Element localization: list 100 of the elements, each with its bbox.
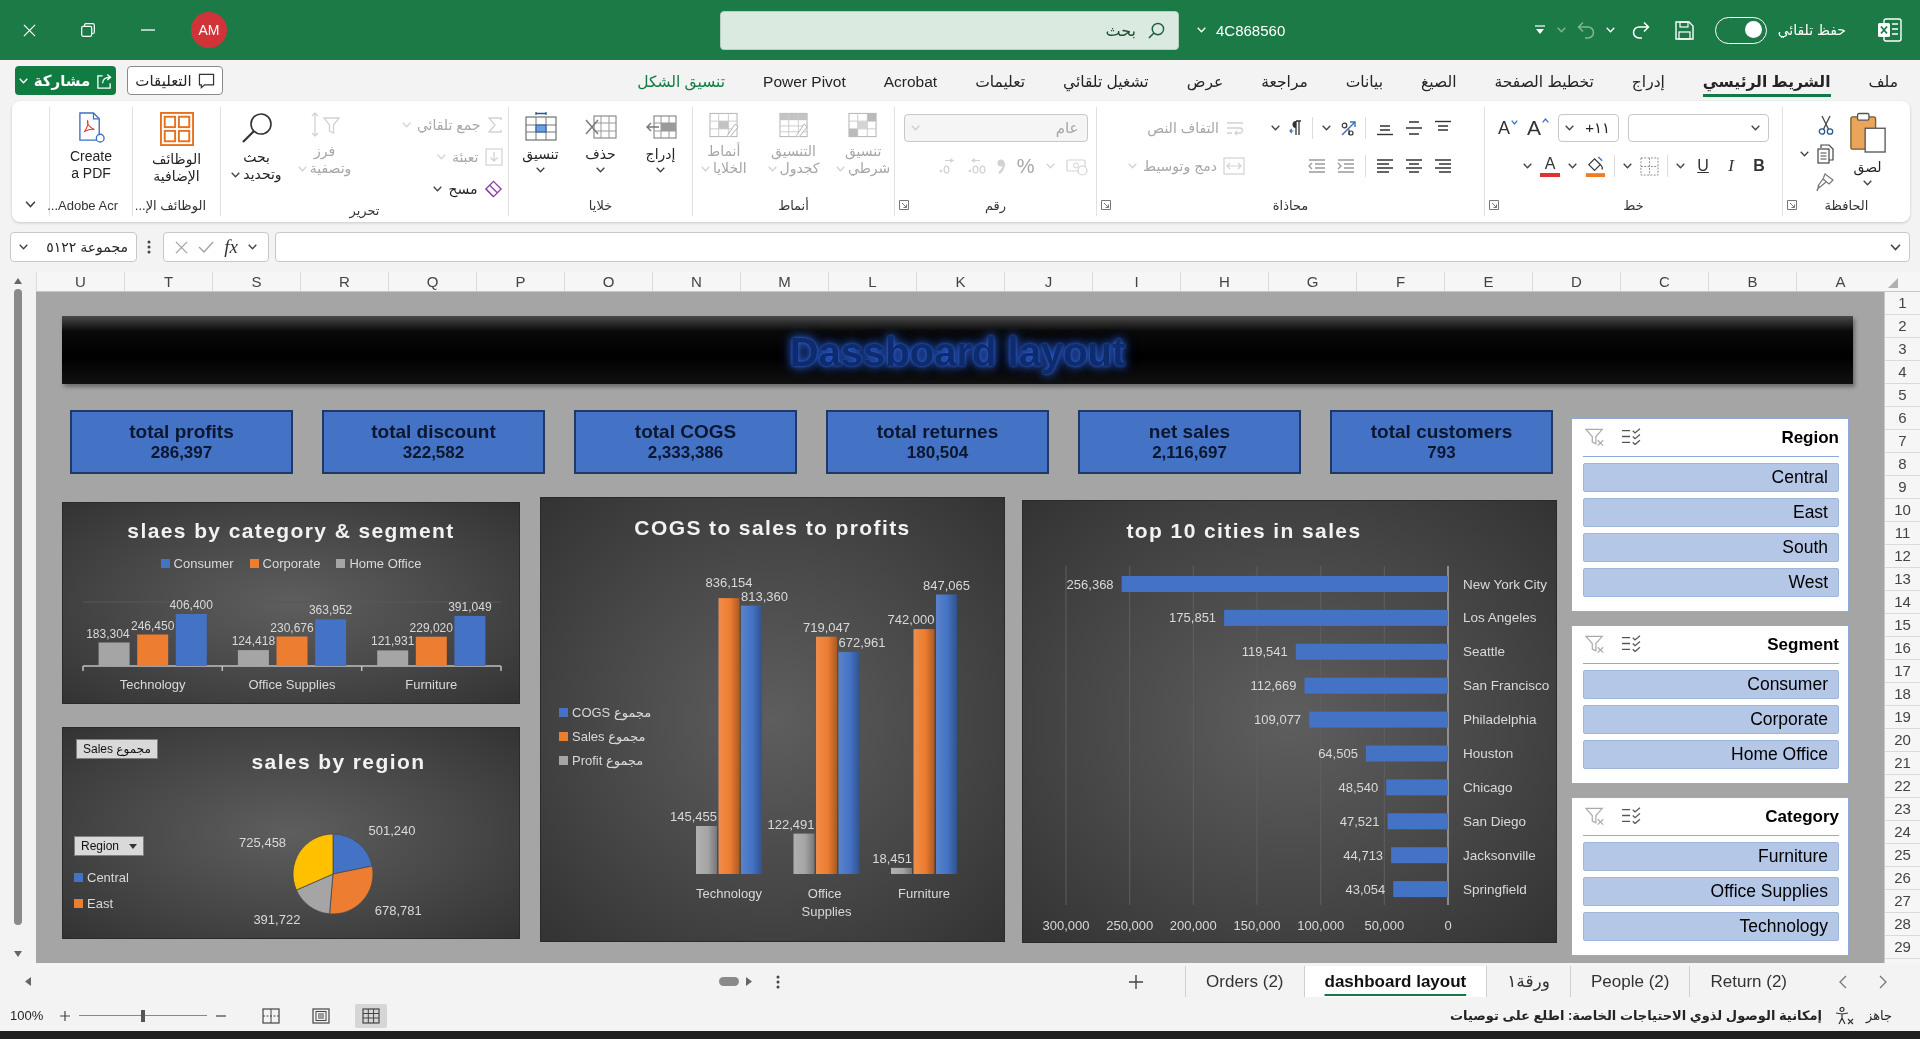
row-header[interactable]: 16 (1885, 637, 1920, 660)
caret-icon[interactable] (231, 172, 241, 179)
caret-icon[interactable] (25, 201, 36, 208)
brush-icon[interactable] (1815, 173, 1834, 192)
align-middle-icon[interactable] (1403, 120, 1424, 136)
caret-icon[interactable] (1270, 125, 1280, 131)
ribbon-tab[interactable]: ملف (1868, 69, 1898, 97)
ribbon-tab[interactable]: Acrobat (883, 69, 938, 97)
save-icon[interactable] (1674, 20, 1694, 40)
column-header[interactable]: F (1356, 272, 1444, 291)
clear-button[interactable]: مسح (362, 175, 503, 203)
row-header[interactable]: 13 (1885, 568, 1920, 591)
row-header[interactable]: 1 (1885, 292, 1920, 315)
scrollbar-thumb[interactable] (14, 289, 22, 925)
field-button[interactable]: مجموع Sales (76, 739, 158, 759)
row-header[interactable]: 8 (1885, 453, 1920, 476)
slicer-item[interactable]: Consumer (1583, 670, 1839, 699)
caret-icon[interactable] (1676, 163, 1685, 169)
plus-icon[interactable] (60, 1010, 71, 1021)
column-header[interactable]: Q (388, 272, 476, 291)
dialog-launcher-icon[interactable] (1489, 200, 1499, 210)
paint-bucket-icon[interactable] (1585, 155, 1606, 177)
caret-icon[interactable] (247, 244, 257, 250)
file-name-button[interactable]: 4C868560 (1197, 21, 1286, 39)
sheet-tab[interactable]: Return (2) (1689, 966, 1807, 997)
ribbon-tab[interactable]: إدراج (1631, 69, 1665, 97)
sheet-tab[interactable]: dashboard layout (1303, 966, 1487, 997)
column-header[interactable]: M (740, 272, 828, 291)
sheet-tab[interactable]: Orders (2) (1185, 966, 1304, 997)
font-size-field[interactable]: ١١+ (1558, 114, 1619, 142)
row-header[interactable]: 17 (1885, 660, 1920, 683)
caret-icon[interactable] (536, 167, 545, 173)
slicer-item[interactable]: South (1583, 533, 1839, 562)
scrollbar-thumb[interactable] (719, 977, 739, 986)
delete-cells-button[interactable]: حذف (574, 109, 627, 173)
align-left-icon[interactable] (1374, 158, 1395, 174)
dialog-launcher-icon[interactable] (1101, 200, 1111, 210)
column-header[interactable]: D (1532, 272, 1620, 291)
scroll-right-icon[interactable] (746, 977, 752, 986)
slicer-item[interactable]: West (1583, 568, 1839, 597)
slider-thumb[interactable] (141, 1009, 146, 1022)
row-header[interactable]: 4 (1885, 361, 1920, 384)
multi-select-icon[interactable] (1621, 428, 1641, 445)
slicer-item[interactable]: Office Supplies (1583, 877, 1839, 906)
ribbon-tab[interactable]: تشغيل تلقائي (1063, 69, 1149, 97)
row-header[interactable]: 11 (1885, 522, 1920, 545)
slicer-item[interactable]: Corporate (1583, 705, 1839, 734)
find-select-button[interactable]: بحث وتحديد (226, 109, 287, 183)
slicer-item[interactable]: East (1583, 498, 1839, 527)
bold-button[interactable]: B (1749, 155, 1769, 177)
caret-icon[interactable] (1890, 243, 1901, 251)
accessibility-status[interactable]: إمكانية الوصول لذوي الاحتياجات الخاصة: اطلع على توصيات (1450, 1008, 1822, 1023)
grow-font-button[interactable]: A (1527, 116, 1549, 140)
accessibility-icon[interactable] (1833, 1006, 1854, 1025)
column-header[interactable]: N (652, 272, 740, 291)
row-header[interactable]: 14 (1885, 591, 1920, 614)
align-center-icon[interactable] (1403, 158, 1424, 174)
row-header[interactable]: 22 (1885, 775, 1920, 798)
vertical-dots-icon[interactable] (147, 240, 151, 254)
add-ins-button[interactable]: الوظائف الإضافية (140, 109, 213, 185)
scroll-left-icon[interactable] (25, 977, 31, 986)
copy-icon[interactable] (1816, 144, 1834, 164)
row-header[interactable]: 28 (1885, 913, 1920, 936)
ribbon-tab[interactable]: تعليمات (975, 69, 1026, 97)
caret-icon[interactable] (1565, 125, 1574, 131)
caret-icon[interactable] (656, 167, 665, 173)
caret-icon[interactable] (1799, 151, 1809, 157)
underline-button[interactable]: U (1693, 155, 1713, 177)
column-header[interactable]: P (476, 272, 564, 291)
view-button[interactable] (355, 1003, 388, 1028)
caret-icon[interactable] (596, 167, 605, 173)
shrink-font-button[interactable]: A (1498, 117, 1518, 139)
row-header[interactable]: 2 (1885, 315, 1920, 338)
chevron-right-icon[interactable] (1879, 974, 1887, 989)
row-header[interactable]: 19 (1885, 706, 1920, 729)
row-header[interactable]: 15 (1885, 614, 1920, 637)
column-header[interactable]: U (36, 272, 124, 291)
share-button[interactable]: مشاركة (15, 66, 116, 95)
caret-icon[interactable] (433, 186, 443, 192)
ribbon-tab[interactable]: Power Pivot (763, 69, 846, 97)
ribbon-tab[interactable]: الصيغ (1421, 69, 1457, 97)
check-icon[interactable] (198, 241, 215, 253)
multi-select-icon[interactable] (1621, 807, 1641, 824)
ribbon-tab[interactable]: بيانات (1345, 69, 1384, 97)
slicer-item[interactable]: Central (1583, 463, 1839, 492)
row-header[interactable]: 26 (1885, 867, 1920, 890)
redo-icon[interactable] (1631, 21, 1650, 39)
slicer-item[interactable]: Furniture (1583, 842, 1839, 871)
insert-cells-button[interactable]: إدراج (634, 109, 687, 173)
row-header[interactable]: 24 (1885, 821, 1920, 844)
row-header[interactable]: 23 (1885, 798, 1920, 821)
paragraph-icon[interactable] (1288, 120, 1303, 136)
row-header[interactable]: 9 (1885, 476, 1920, 499)
name-box[interactable]: مجموعة ٥١٢٢ (10, 232, 137, 262)
row-header[interactable]: 6 (1885, 407, 1920, 430)
caret-icon[interactable] (1523, 163, 1532, 169)
column-header[interactable]: S (212, 272, 300, 291)
column-header[interactable]: O (564, 272, 652, 291)
caret-icon[interactable] (1321, 125, 1331, 131)
account-avatar[interactable]: AM (191, 12, 227, 48)
